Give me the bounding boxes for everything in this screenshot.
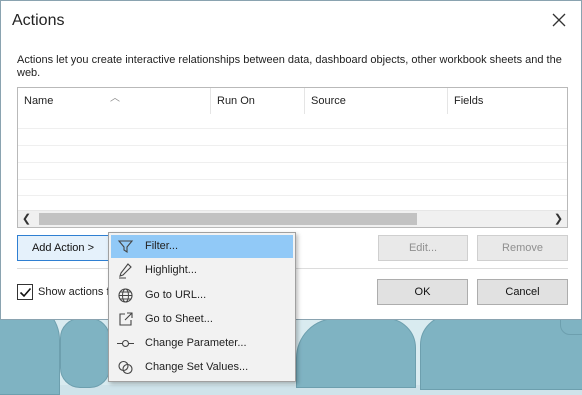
column-header-label: Run On [217, 95, 255, 107]
scroll-right-icon[interactable]: ❯ [550, 211, 567, 227]
scroll-left-icon[interactable]: ❮ [18, 211, 35, 227]
checkmark-icon [19, 287, 32, 298]
remove-button[interactable]: Remove [477, 235, 568, 261]
menu-item-label: Go to Sheet... [145, 313, 213, 325]
menu-item-label: Go to URL... [145, 289, 207, 301]
column-header-run-on[interactable]: Run On [211, 88, 305, 114]
cancel-button[interactable]: Cancel [477, 279, 568, 305]
column-header-fields[interactable]: Fields [448, 88, 567, 114]
column-header-source[interactable]: Source [305, 88, 448, 114]
table-row-divider [18, 195, 567, 196]
menu-item-label: Change Set Values... [145, 361, 249, 373]
horizontal-scrollbar[interactable]: ❮ ❯ [18, 210, 567, 227]
menu-item-label: Highlight... [145, 264, 197, 276]
menu-item-go-to-sheet[interactable]: Go to Sheet... [111, 308, 293, 331]
table-row-divider [18, 179, 567, 180]
parameter-icon [117, 339, 134, 348]
table-header: Name ︿ Run On Source Fields [18, 88, 567, 114]
column-header-label: Fields [454, 95, 484, 107]
dialog-description: Actions let you create interactive relat… [17, 54, 562, 79]
map-landmass [296, 318, 416, 388]
close-icon [552, 13, 566, 27]
menu-item-change-parameter[interactable]: Change Parameter... [111, 332, 293, 355]
show-actions-checkbox[interactable] [17, 284, 33, 300]
globe-icon [118, 288, 133, 303]
set-values-icon [118, 360, 133, 375]
sort-caret-icon: ︿ [110, 93, 120, 104]
ok-button[interactable]: OK [377, 279, 468, 305]
show-actions-label: Show actions f [38, 286, 110, 298]
column-header-name[interactable]: Name ︿ [18, 88, 211, 114]
menu-item-label: Change Parameter... [145, 337, 247, 349]
highlight-icon [119, 263, 132, 279]
map-landmass [420, 315, 582, 390]
go-to-sheet-icon [119, 312, 133, 326]
edit-button[interactable]: Edit... [378, 235, 468, 261]
menu-item-change-set-values[interactable]: Change Set Values... [111, 356, 293, 379]
actions-table[interactable]: Name ︿ Run On Source Fields ❮ ❯ [17, 87, 568, 228]
menu-item-highlight[interactable]: Highlight... [111, 259, 293, 282]
menu-item-filter[interactable]: Filter... [111, 235, 293, 258]
table-row-divider [18, 128, 567, 129]
menu-item-label: Filter... [145, 240, 179, 252]
dialog-title: Actions [12, 12, 65, 29]
column-header-label: Name [24, 95, 54, 107]
filter-icon [117, 240, 134, 254]
table-row-divider [18, 145, 567, 146]
add-action-menu: Filter... Highlight... Go to URL... Go t… [108, 232, 296, 382]
menu-item-go-to-url[interactable]: Go to URL... [111, 284, 293, 307]
column-header-label: Source [311, 95, 346, 107]
add-action-button[interactable]: Add Action > [17, 235, 109, 261]
table-row-divider [18, 162, 567, 163]
close-button[interactable] [551, 11, 567, 29]
map-landmass [60, 318, 110, 388]
scrollbar-thumb[interactable] [39, 213, 417, 225]
